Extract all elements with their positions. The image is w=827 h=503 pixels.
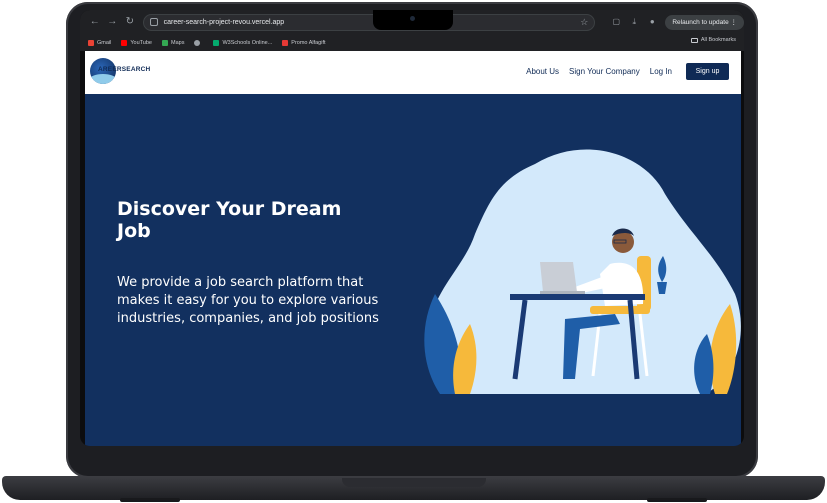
laptop-foot-right: [647, 498, 707, 502]
bookmarks-bar: Gmail YouTube Maps W3Schools Online... P…: [80, 35, 744, 50]
profile-icon[interactable]: ●: [647, 17, 657, 27]
camera-icon: [410, 16, 415, 21]
hero-section: Discover Your Dream Job We provide a job…: [85, 94, 741, 446]
chair-seat: [590, 306, 650, 314]
logo-text: AREERSEARCH: [98, 66, 151, 73]
hero-illustration: [424, 149, 741, 394]
bookmark-youtube[interactable]: YouTube: [121, 39, 152, 46]
globe-icon: [194, 39, 201, 46]
bookmark-alfagift[interactable]: Promo Alfagift: [282, 39, 326, 46]
w3schools-icon: [213, 39, 220, 46]
nav-about-us[interactable]: About Us: [526, 67, 559, 76]
reload-icon[interactable]: ↻: [123, 15, 137, 29]
youtube-icon: [121, 39, 128, 46]
gmail-icon: [88, 39, 94, 46]
bookmark-label: Maps: [171, 39, 185, 46]
back-icon[interactable]: ←: [88, 15, 102, 29]
bookmark-label: Gmail: [97, 39, 112, 46]
url-text: career-search-project-revou.vercel.app: [163, 18, 285, 26]
extensions-icon[interactable]: ▢: [611, 17, 621, 27]
desk-top: [510, 294, 645, 300]
site-header: AREERSEARCH About Us Sign Your Company L…: [85, 51, 741, 94]
relaunch-label: Relaunch to update: [672, 18, 729, 26]
camera-notch: [373, 10, 453, 30]
download-icon[interactable]: ⤓: [629, 17, 639, 27]
laptop-groove: [342, 478, 486, 487]
laptop-foot-left: [120, 498, 180, 502]
alfagift-icon: [282, 39, 289, 46]
bookmark-label: Promo Alfagift: [291, 39, 326, 46]
maps-icon: [162, 39, 168, 46]
bookmark-maps[interactable]: Maps: [162, 39, 185, 46]
forward-icon[interactable]: →: [106, 15, 120, 29]
bookmark-w3schools[interactable]: W3Schools Online...: [213, 39, 273, 46]
bookmark-star-icon[interactable]: ☆: [580, 17, 588, 28]
bookmark-gmail[interactable]: Gmail: [88, 39, 112, 46]
laptop-on-desk: [540, 262, 577, 292]
hero-subtitle: We provide a job search platform that ma…: [117, 275, 379, 326]
signup-button[interactable]: Sign up: [686, 63, 729, 80]
main-nav: About Us Sign Your Company Log In Sign u…: [516, 63, 729, 80]
nav-log-in[interactable]: Log In: [650, 67, 672, 76]
all-bookmarks[interactable]: All Bookmarks: [690, 37, 736, 43]
laptop-mockup: ← → ↻ career-search-project-revou.vercel…: [0, 0, 827, 503]
bookmark-label: YouTube: [130, 39, 152, 46]
screen: ← → ↻ career-search-project-revou.vercel…: [80, 10, 744, 446]
nav-sign-your-company[interactable]: Sign Your Company: [569, 67, 640, 76]
bookmark-globe[interactable]: [194, 39, 203, 46]
bookmark-label: W3Schools Online...: [222, 39, 273, 46]
hero-title: Discover Your Dream Job: [117, 198, 342, 242]
folder-icon: [690, 37, 698, 43]
relaunch-button[interactable]: Relaunch to update ⋮: [665, 14, 744, 30]
address-bar[interactable]: career-search-project-revou.vercel.app ☆: [142, 13, 596, 31]
all-bookmarks-label: All Bookmarks: [700, 37, 736, 43]
site-info-icon[interactable]: [149, 18, 158, 26]
laptop-keyboard: [540, 291, 585, 294]
